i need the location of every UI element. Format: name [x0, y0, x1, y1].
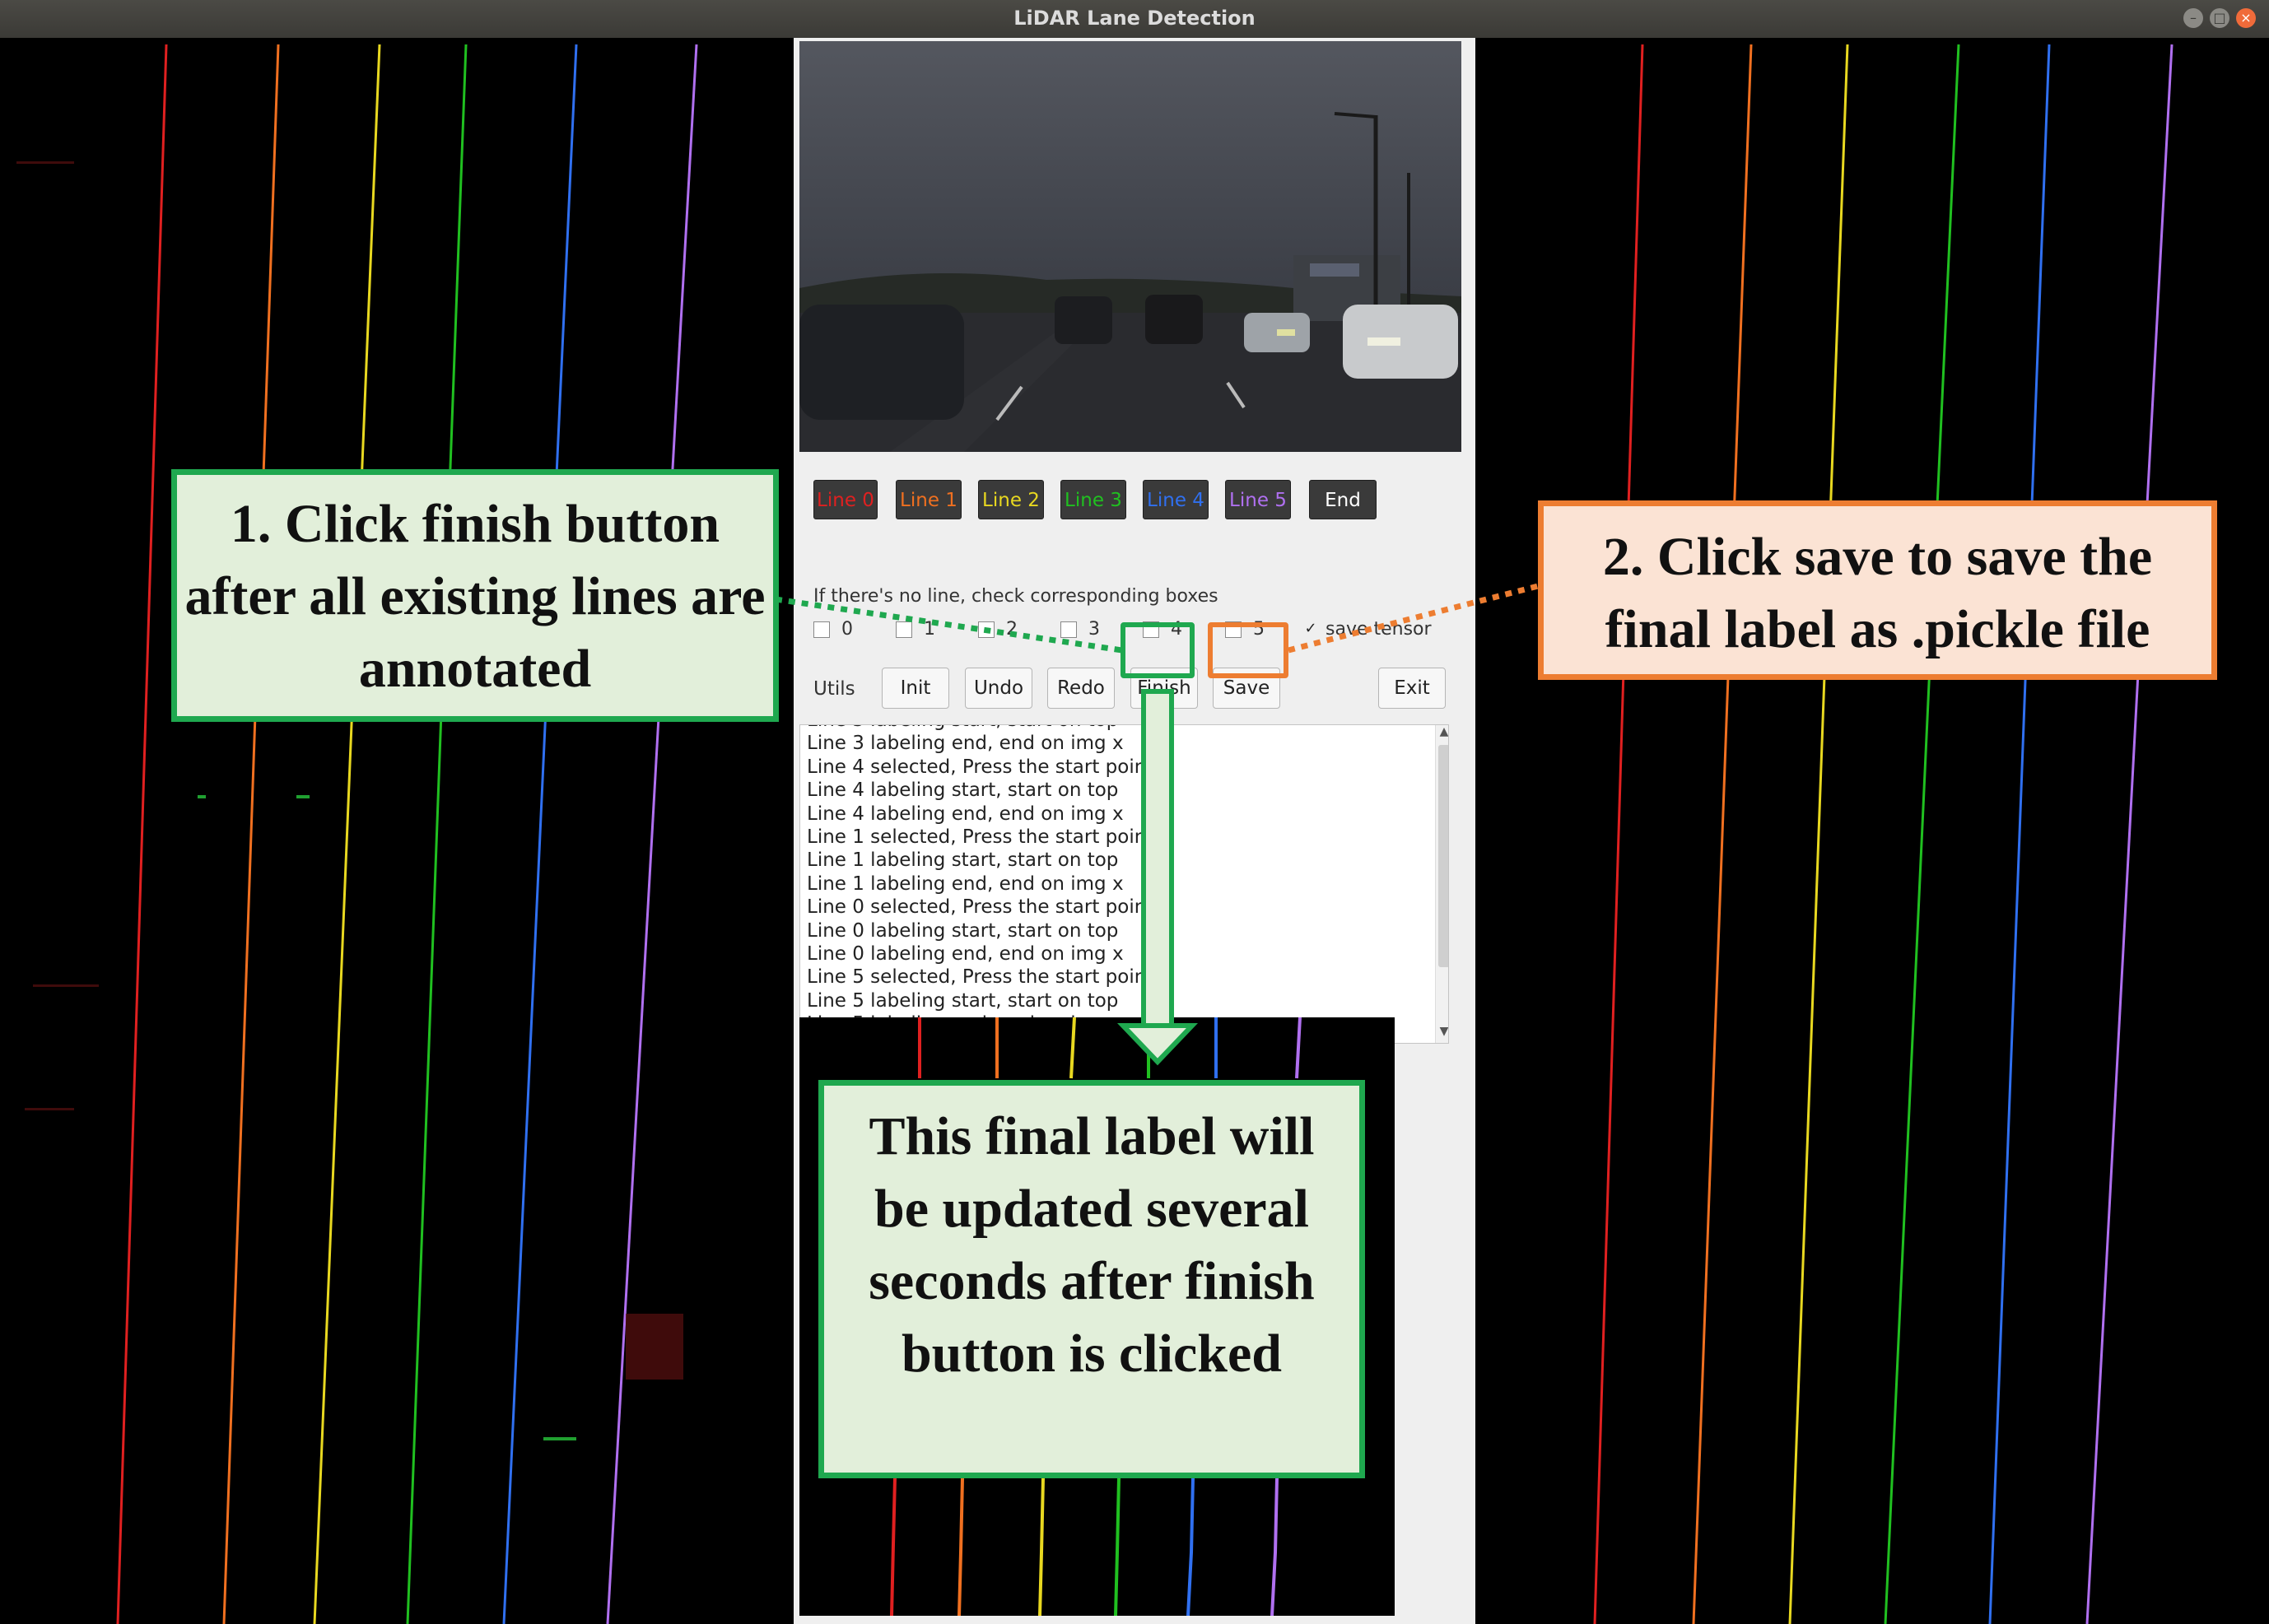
finish-connector	[775, 596, 1123, 654]
final-label-callout: This final label will be updated several…	[818, 1080, 1365, 1478]
finish-callout: 1. Click finish button after all existin…	[171, 469, 779, 722]
down-arrow-icon	[1116, 1023, 1199, 1066]
save-connector	[1288, 583, 1539, 654]
arrow-shaft	[1141, 689, 1174, 1028]
save-callout: 2. Click save to save the final label as…	[1538, 500, 2217, 680]
